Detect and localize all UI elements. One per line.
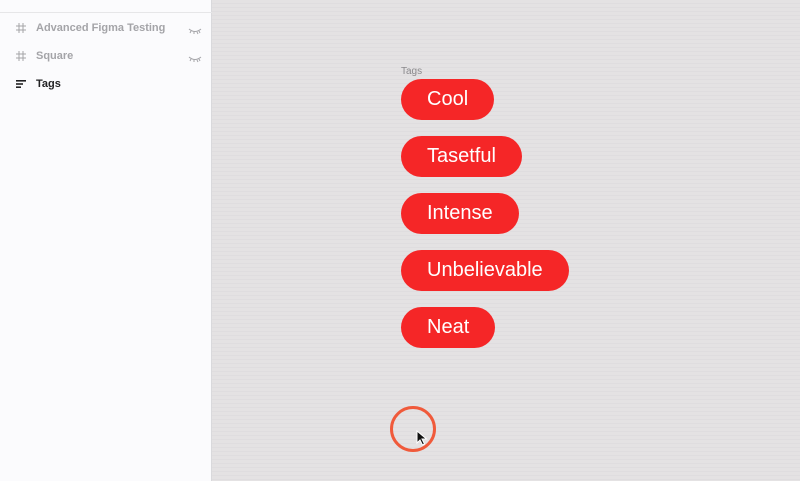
tag-neat[interactable]: Neat (401, 307, 496, 348)
frame-label[interactable]: Tags (401, 66, 422, 77)
eye-closed-icon[interactable] (188, 51, 202, 63)
figma-editor: Advanced Figma Testing Square Tags Tags … (0, 0, 800, 481)
tag-tasetful[interactable]: Tasetful (401, 136, 522, 177)
tag-intense[interactable]: Intense (401, 193, 519, 234)
layer-label: Square (36, 50, 74, 62)
tag-cool[interactable]: Cool (401, 79, 495, 120)
frame-icon (14, 21, 28, 35)
eye-closed-icon[interactable] (188, 23, 202, 35)
auto-layout-icon (14, 77, 28, 91)
canvas[interactable]: Tags Cool Tasetful Intense Unbelievable … (212, 0, 800, 481)
panel-divider (0, 12, 212, 13)
layer-label: Advanced Figma Testing (36, 22, 166, 34)
layer-advanced-figma-testing[interactable]: Advanced Figma Testing (0, 14, 212, 42)
click-indicator (390, 406, 436, 452)
tag-unbelievable[interactable]: Unbelievable (401, 250, 569, 291)
layer-label: Tags (36, 78, 61, 90)
frame-icon (14, 49, 28, 63)
layer-square[interactable]: Square (0, 42, 212, 70)
mouse-cursor-icon (416, 429, 428, 446)
layers-panel: Advanced Figma Testing Square Tags (0, 0, 212, 481)
layer-tags[interactable]: Tags (0, 70, 212, 98)
